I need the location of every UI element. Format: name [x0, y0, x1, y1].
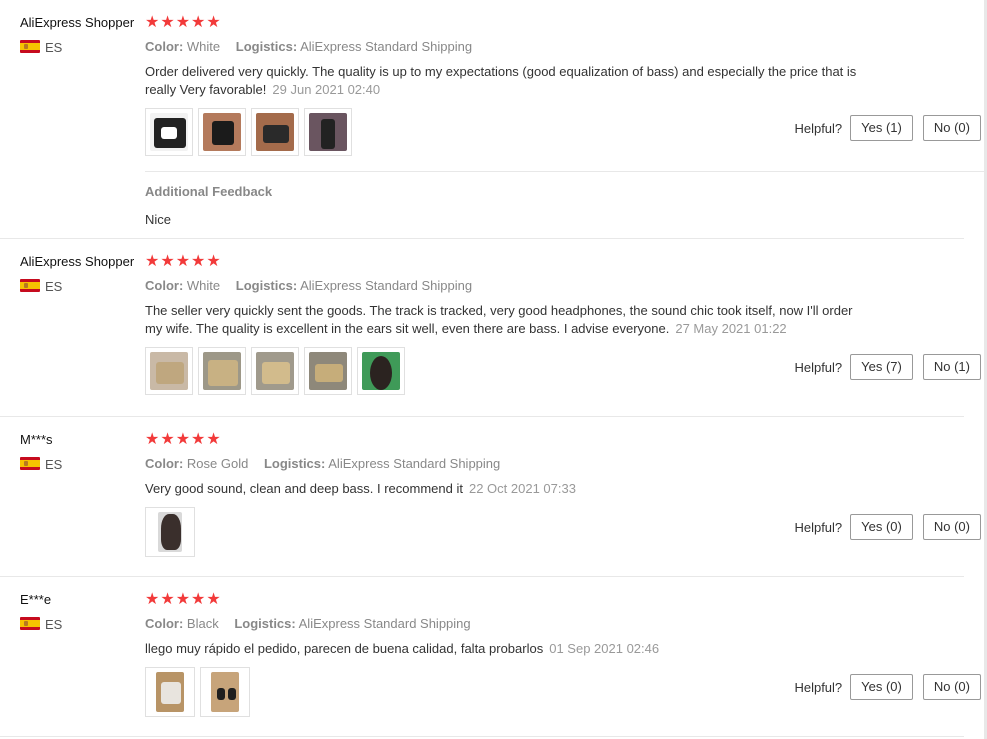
reviewer-country: ES: [45, 279, 63, 294]
helpful-label: Helpful?: [794, 359, 843, 375]
review-photos: [145, 108, 352, 156]
review-photo-thumb[interactable]: [304, 108, 352, 156]
helpful-votes: Helpful? Yes (0) No (0): [794, 674, 981, 700]
review-photos: [145, 507, 195, 557]
helpful-no-button[interactable]: No (0): [922, 514, 981, 540]
review-photo-thumb[interactable]: [145, 108, 193, 156]
reviewer-name: AliExpress Shopper: [20, 15, 135, 30]
helpful-yes-button[interactable]: Yes (0): [850, 674, 913, 700]
helpful-label: Helpful?: [794, 120, 843, 136]
reviewer-country: ES: [45, 617, 63, 632]
review-photo-thumb[interactable]: [198, 108, 246, 156]
review-divider: [0, 736, 964, 737]
reviewer-name: E***e: [20, 592, 52, 607]
logistics-value: AliExpress Standard Shipping: [328, 456, 501, 471]
review-photo-thumb[interactable]: [198, 347, 246, 395]
review-text: The seller very quickly sent the goods. …: [145, 302, 865, 338]
color-value: White: [186, 278, 221, 293]
helpful-yes-button[interactable]: Yes (7): [850, 354, 913, 380]
review-photo-thumb[interactable]: [145, 507, 195, 557]
logistics-label: Logistics:: [263, 456, 326, 471]
helpful-no-button[interactable]: No (1): [922, 354, 981, 380]
review-photos: [145, 667, 250, 717]
review-photo-thumb[interactable]: [251, 347, 299, 395]
logistics-value: AliExpress Standard Shipping: [300, 39, 473, 54]
helpful-label: Helpful?: [794, 679, 843, 695]
spain-flag-icon: [20, 457, 40, 470]
review-text: Very good sound, clean and deep bass. I …: [145, 480, 865, 498]
reviewer-name: AliExpress Shopper: [20, 254, 135, 269]
star-rating: ★★★★★: [145, 591, 222, 608]
star-rating: ★★★★★: [145, 431, 222, 448]
review-body: Very good sound, clean and deep bass. I …: [145, 481, 463, 496]
spain-flag-icon: [20, 279, 40, 292]
review-divider: [0, 416, 964, 417]
logistics-label: Logistics:: [235, 39, 298, 54]
helpful-label: Helpful?: [794, 519, 843, 535]
review-photo-thumb[interactable]: [304, 347, 352, 395]
review-attributes: Color: Black Logistics: AliExpress Stand…: [145, 616, 471, 631]
helpful-votes: Helpful? Yes (0) No (0): [794, 514, 981, 540]
color-label: Color:: [145, 39, 184, 54]
star-rating: ★★★★★: [145, 253, 222, 270]
review-date: 01 Sep 2021 02:46: [549, 641, 660, 656]
review-photo-thumb[interactable]: [200, 667, 250, 717]
spain-flag-icon: [20, 617, 40, 630]
review-photos: [145, 347, 405, 395]
review-photo-thumb[interactable]: [145, 667, 195, 717]
helpful-yes-button[interactable]: Yes (0): [850, 514, 913, 540]
section-divider: [145, 171, 987, 172]
helpful-no-button[interactable]: No (0): [922, 115, 981, 141]
review-date: 27 May 2021 01:22: [675, 321, 787, 336]
review-date: 22 Oct 2021 07:33: [468, 481, 576, 496]
review-attributes: Color: White Logistics: AliExpress Stand…: [145, 278, 472, 293]
review-photo-thumb[interactable]: [357, 347, 405, 395]
review-date: 29 Jun 2021 02:40: [272, 82, 381, 97]
review-body: llego muy rápido el pedido, parecen de b…: [145, 641, 544, 656]
review-body: Order delivered very quickly. The qualit…: [145, 64, 857, 97]
review-attributes: Color: White Logistics: AliExpress Stand…: [145, 39, 472, 54]
review-text: Order delivered very quickly. The qualit…: [145, 63, 865, 99]
logistics-label: Logistics:: [235, 278, 298, 293]
star-rating: ★★★★★: [145, 14, 222, 31]
review-photo-thumb[interactable]: [251, 108, 299, 156]
review-divider: [0, 238, 964, 239]
additional-feedback-text: Nice: [145, 212, 172, 227]
logistics-value: AliExpress Standard Shipping: [300, 278, 473, 293]
review-divider: [0, 576, 964, 577]
helpful-yes-button[interactable]: Yes (1): [850, 115, 913, 141]
logistics-value: AliExpress Standard Shipping: [298, 616, 471, 631]
helpful-votes: Helpful? Yes (1) No (0): [794, 115, 981, 141]
color-label: Color:: [145, 278, 184, 293]
helpful-votes: Helpful? Yes (7) No (1): [794, 354, 981, 380]
color-label: Color:: [145, 616, 184, 631]
color-value: Rose Gold: [186, 456, 249, 471]
color-value: Black: [186, 616, 219, 631]
logistics-label: Logistics:: [234, 616, 296, 631]
reviewer-name: M***s: [20, 432, 53, 447]
additional-feedback-title: Additional Feedback: [145, 184, 273, 199]
helpful-no-button[interactable]: No (0): [922, 674, 981, 700]
review-text: llego muy rápido el pedido, parecen de b…: [145, 640, 865, 658]
reviewer-country: ES: [45, 40, 63, 55]
color-label: Color:: [145, 456, 184, 471]
reviewer-country: ES: [45, 457, 63, 472]
review-photo-thumb[interactable]: [145, 347, 193, 395]
color-value: White: [186, 39, 221, 54]
spain-flag-icon: [20, 40, 40, 53]
review-attributes: Color: Rose Gold Logistics: AliExpress S…: [145, 456, 500, 471]
